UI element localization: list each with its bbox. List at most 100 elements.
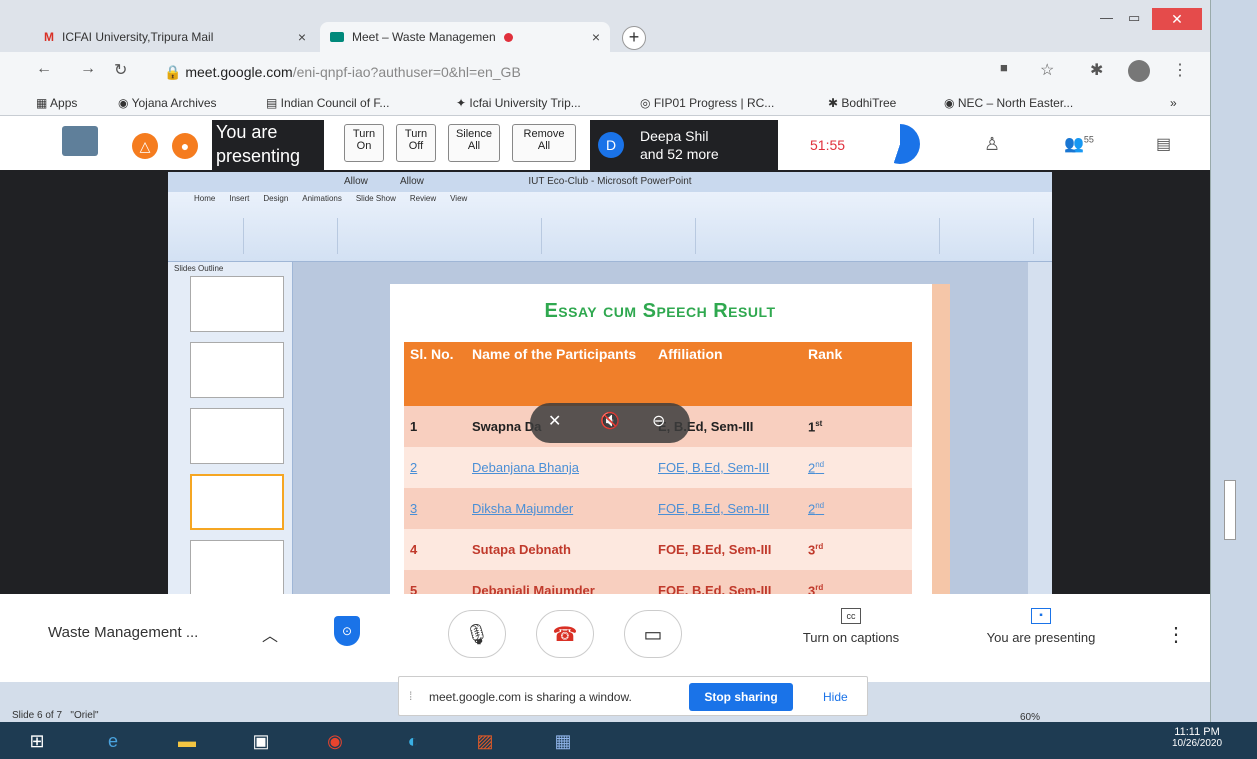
maximize-icon[interactable]: ▭ <box>1128 10 1140 26</box>
person-icon[interactable]: ♙ <box>984 134 1000 155</box>
ppt-scrollbar[interactable] <box>1028 262 1052 594</box>
word-icon[interactable]: ▦ <box>540 726 586 756</box>
bookmark-nec[interactable]: ◉ NEC – North Easter... <box>944 96 1073 110</box>
ribbon-tab[interactable]: Design <box>263 194 288 203</box>
end-call-button[interactable]: ☎ <box>536 610 594 658</box>
scrollbar-thumb[interactable] <box>1224 480 1236 540</box>
ribbon-tab[interactable]: Insert <box>229 194 249 203</box>
taskbar-clock[interactable]: 11:11 PM 10/26/2020 <box>1172 726 1222 749</box>
chrome-icon[interactable]: ◉ <box>312 726 358 756</box>
bookmark-apps[interactable]: ▦ Apps <box>36 96 77 110</box>
tab-label: ICFAI University,Tripura Mail <box>62 30 214 44</box>
ribbon-group-slides[interactable] <box>248 218 338 254</box>
stop-sharing-button[interactable]: Stop sharing <box>689 683 793 711</box>
slide-thumbnail-selected[interactable] <box>190 474 284 530</box>
slide-thumbnail[interactable] <box>190 342 284 398</box>
tab-meet[interactable]: Meet – Waste Managemen × <box>320 22 610 52</box>
powerpoint-icon[interactable]: ▨ <box>462 726 508 756</box>
ppt-window-title: IUT Eco-Club - Microsoft PowerPoint <box>528 176 692 187</box>
ribbon-group-font[interactable] <box>342 218 542 254</box>
camera-icon[interactable]: ■ <box>1000 60 1008 75</box>
ribbon-group-paragraph[interactable] <box>546 218 696 254</box>
participant-chip[interactable]: D Deepa Shil and 52 more <box>590 120 778 170</box>
ribbon-group-drawing[interactable] <box>700 218 940 254</box>
minus-circle-icon[interactable]: ⊖ <box>652 411 665 431</box>
bookmark-icssr[interactable]: ▤ Indian Council of F... <box>266 96 389 110</box>
more-options-icon[interactable]: ⋮ <box>1166 622 1186 647</box>
url-input[interactable]: 🔒 meet.google.com/eni-qnpf-iao?authuser=… <box>150 58 1040 86</box>
store-icon[interactable]: ▣ <box>238 726 284 756</box>
ribbon-tab[interactable]: Animations <box>302 194 342 203</box>
record-icon[interactable]: ● <box>172 133 198 159</box>
captions-button[interactable]: cc Turn on captions <box>786 608 916 645</box>
bookmark-fip[interactable]: ◎ FIP01 Progress | RC... <box>640 96 774 110</box>
table-row: 4 Sutapa Debnath FOE, B.Ed, Sem-III 3rd <box>404 529 912 570</box>
screen: M ICFAI University,Tripura Mail × Meet –… <box>0 0 1257 759</box>
panel-tab[interactable]: Slides <box>174 264 196 273</box>
slide-thumbnail[interactable] <box>190 540 284 594</box>
result-table: Sl. No. Name of the Participants Affilia… <box>404 342 912 594</box>
gmail-icon: M <box>44 30 54 44</box>
tab-label: Meet – Waste Managemen <box>352 30 496 44</box>
turn-off-button[interactable]: Turn Off <box>396 124 436 162</box>
chevron-up-icon[interactable]: ︿ <box>262 622 278 646</box>
windows-start-icon[interactable]: ⊞ <box>14 726 60 756</box>
slide-thumbnail[interactable] <box>190 276 284 332</box>
drag-handle-icon[interactable]: ⁞ <box>409 689 412 703</box>
ribbon-tab[interactable]: Home <box>194 194 215 203</box>
grid-view-icon[interactable] <box>62 126 98 156</box>
close-icon[interactable]: × <box>298 29 306 45</box>
bookmarks-bar: ▦ Apps ◉ Yojana Archives ▤ Indian Counci… <box>0 90 1210 116</box>
pin-off-icon[interactable]: ✕ <box>548 411 561 431</box>
ribbon-tab[interactable]: View <box>450 194 467 203</box>
remove-all-button[interactable]: Remove All <box>512 124 576 162</box>
more-bookmarks-icon[interactable]: » <box>1170 96 1177 110</box>
new-tab-button[interactable]: + <box>622 26 646 50</box>
extension-icon[interactable]: ✱ <box>1090 60 1103 80</box>
camera-button[interactable]: ▭ <box>624 610 682 658</box>
internet-explorer-icon[interactable]: e <box>90 726 136 756</box>
file-explorer-icon[interactable]: ▬ <box>164 726 210 756</box>
hand-icon[interactable]: △ <box>132 133 158 159</box>
bookmark-icfai[interactable]: ✦ Icfai University Trip... <box>456 96 581 110</box>
slide-title: Essay cum Speech Result <box>544 300 776 322</box>
slide-thumbnail[interactable] <box>190 408 284 464</box>
url-host: meet.google.com <box>185 64 293 80</box>
people-icon[interactable]: 👥55 <box>1064 134 1094 154</box>
meeting-name[interactable]: Waste Management ... <box>48 624 198 641</box>
profile-avatar[interactable] <box>1128 60 1150 82</box>
mute-icon[interactable]: 🔇 <box>600 411 620 431</box>
close-icon[interactable]: × <box>592 29 600 45</box>
forward-icon[interactable]: → <box>80 60 96 78</box>
back-icon[interactable]: ← <box>36 60 52 78</box>
ribbon-tabs: Home Insert Design Animations Slide Show… <box>194 194 467 203</box>
ribbon-tab[interactable]: Slide Show <box>356 194 396 203</box>
ppt-title-bar: Allow Allow IUT Eco-Club - Microsoft Pow… <box>168 172 1052 192</box>
meeting-timer: 51:55 <box>810 137 846 153</box>
minimize-icon[interactable]: — <box>1100 10 1113 25</box>
silence-all-button[interactable]: Silence All <box>448 124 500 162</box>
ribbon-tab[interactable]: Review <box>410 194 436 203</box>
browser-tabbar: M ICFAI University,Tripura Mail × Meet –… <box>0 0 1257 52</box>
ribbon-group-clipboard[interactable] <box>174 218 244 254</box>
panel-tab[interactable]: Outline <box>198 264 223 273</box>
chat-icon[interactable]: ▤ <box>1156 134 1171 154</box>
microphone-button[interactable]: 🎙 <box>448 610 506 658</box>
side-scroll-area <box>1210 0 1257 722</box>
ppt-ribbon: Home Insert Design Animations Slide Show… <box>168 192 1052 262</box>
bookmark-yojana[interactable]: ◉ Yojana Archives <box>118 96 217 110</box>
menu-icon[interactable]: ⋮ <box>1172 60 1188 80</box>
bookmark-bodhitree[interactable]: ✱ BodhiTree <box>828 96 896 110</box>
tab-gmail[interactable]: M ICFAI University,Tripura Mail × <box>34 22 316 52</box>
table-header-row: Sl. No. Name of the Participants Affilia… <box>404 342 912 406</box>
col-header: Name of the Participants <box>466 342 652 406</box>
turn-on-button[interactable]: Turn On <box>344 124 384 162</box>
ribbon-group-editing[interactable] <box>944 218 1034 254</box>
window-close-button[interactable]: ✕ <box>1152 8 1202 30</box>
you-are-presenting-button[interactable]: ▪ You are presenting <box>966 608 1116 645</box>
hide-link[interactable]: Hide <box>823 690 848 704</box>
shield-icon[interactable]: ⊙ <box>334 616 360 646</box>
edge-icon[interactable]: ◐ <box>390 726 436 756</box>
reload-icon[interactable]: ↻ <box>114 60 127 80</box>
star-icon[interactable]: ☆ <box>1040 60 1054 80</box>
